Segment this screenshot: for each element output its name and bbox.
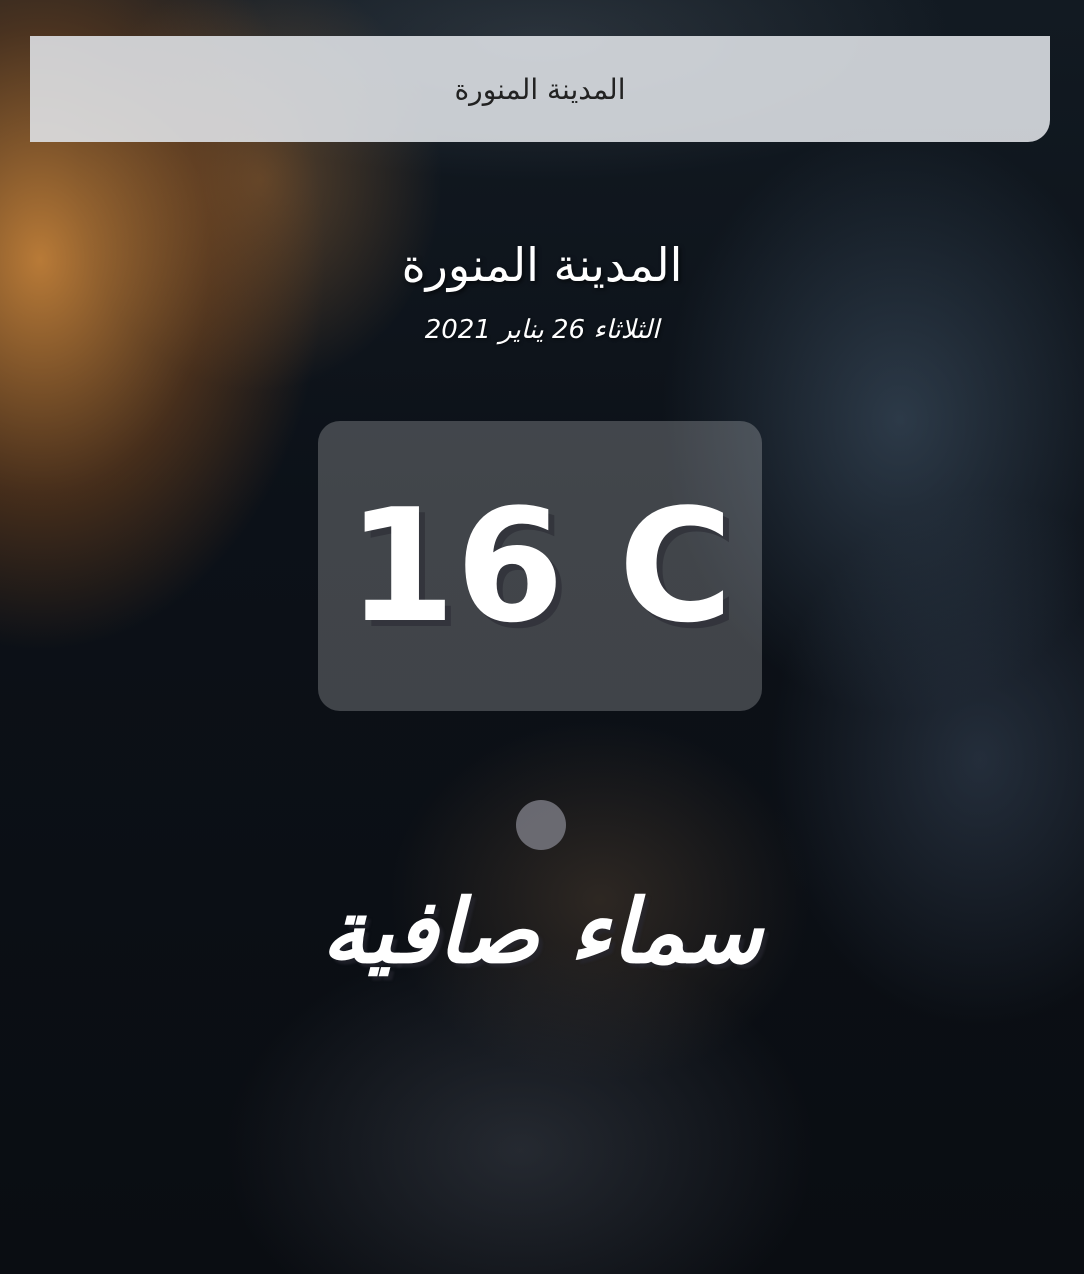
search-input[interactable] xyxy=(30,36,1050,142)
temperature-box: 16 C xyxy=(318,421,762,711)
search-bar[interactable] xyxy=(30,36,1050,142)
date-label: الثلاثاء 26 يناير 2021 xyxy=(424,315,660,345)
weather-condition: سماء صافية xyxy=(321,880,763,983)
weather-icon xyxy=(516,800,566,850)
temperature-value: 16 C xyxy=(347,475,733,657)
location-name: المدينة المنورة xyxy=(401,238,683,292)
